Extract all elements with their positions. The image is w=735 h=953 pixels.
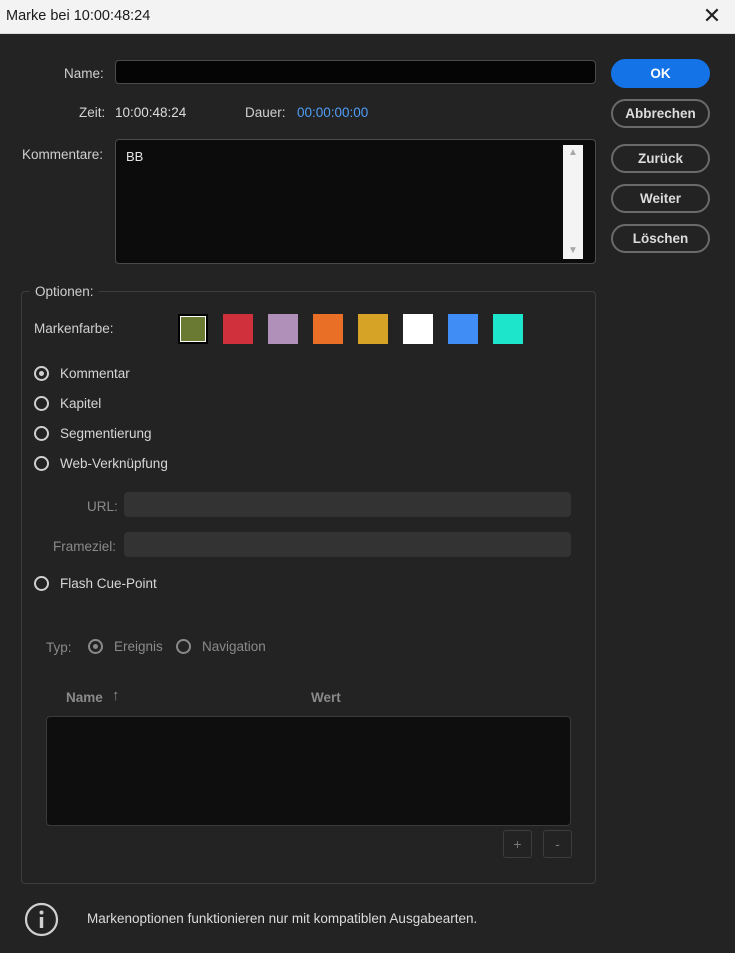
frameziel-label: Frameziel:: [53, 539, 117, 554]
radio-segmentierung[interactable]: Segmentierung: [34, 424, 164, 444]
radio-flash-label: Flash Cue-Point: [60, 576, 157, 591]
name-label: Name:: [64, 66, 104, 81]
weiter-button[interactable]: Weiter: [611, 184, 710, 213]
radio-icon: [176, 639, 191, 654]
sort-ascending-icon[interactable]: ↑: [112, 687, 120, 704]
column-header-wert[interactable]: Wert: [311, 690, 341, 705]
options-legend: Optionen:: [30, 284, 99, 299]
radio-icon: [34, 426, 49, 441]
ok-button[interactable]: OK: [611, 59, 710, 88]
color-swatch-6[interactable]: [403, 314, 433, 344]
info-icon: [24, 902, 59, 937]
add-button[interactable]: +: [503, 830, 532, 858]
radio-kapitel-label: Kapitel: [60, 396, 102, 411]
url-label: URL:: [87, 499, 118, 514]
color-swatch-3[interactable]: [268, 314, 298, 344]
zeit-label: Zeit:: [79, 105, 106, 120]
radio-ereignis-label: Ereignis: [114, 639, 163, 654]
radio-ereignis[interactable]: Ereignis: [88, 637, 168, 657]
kommentare-scrollbar[interactable]: ▲ ▼: [563, 145, 583, 259]
scroll-up-icon[interactable]: ▲: [563, 145, 583, 161]
kommentare-label: Kommentare:: [22, 147, 104, 162]
info-text: Markenoptionen funktionieren nur mit kom…: [87, 911, 478, 926]
frameziel-input[interactable]: [124, 532, 571, 557]
radio-navigation-label: Navigation: [202, 639, 266, 654]
radio-kapitel[interactable]: Kapitel: [34, 394, 134, 414]
color-swatch-5[interactable]: [358, 314, 388, 344]
loeschen-button[interactable]: Löschen: [611, 224, 710, 253]
radio-web-verknuepfung[interactable]: Web-Verknüpfung: [34, 454, 184, 474]
radio-icon: [34, 576, 49, 591]
markenfarbe-label: Markenfarbe:: [34, 321, 114, 336]
dauer-label: Dauer:: [245, 105, 286, 120]
radio-segmentierung-label: Segmentierung: [60, 426, 152, 441]
name-input[interactable]: [115, 60, 596, 84]
radio-checked-icon: [88, 639, 103, 654]
radio-web-label: Web-Verknüpfung: [60, 456, 168, 471]
radio-checked-icon: [34, 366, 49, 381]
close-icon[interactable]: ✕: [697, 2, 727, 30]
cue-point-table[interactable]: [46, 716, 571, 826]
radio-navigation[interactable]: Navigation: [176, 637, 276, 657]
radio-kommentar[interactable]: Kommentar: [34, 364, 154, 384]
title-bar: Marke bei 10:00:48:24 ✕: [0, 0, 735, 34]
url-input[interactable]: [124, 492, 571, 517]
dauer-value[interactable]: 00:00:00:00: [297, 105, 368, 120]
remove-button[interactable]: -: [543, 830, 572, 858]
zeit-value: 10:00:48:24: [115, 105, 187, 120]
abbrechen-button[interactable]: Abbrechen: [611, 99, 710, 128]
kommentare-text: BB: [126, 149, 144, 164]
color-swatch-4[interactable]: [313, 314, 343, 344]
column-header-name[interactable]: Name: [66, 690, 103, 705]
color-swatch-7[interactable]: [448, 314, 478, 344]
radio-icon: [34, 456, 49, 471]
kommentare-textarea[interactable]: BB ▲ ▼: [115, 139, 596, 264]
color-swatch-1[interactable]: [178, 314, 208, 344]
color-swatch-2[interactable]: [223, 314, 253, 344]
radio-icon: [34, 396, 49, 411]
typ-label: Typ:: [46, 640, 72, 655]
radio-kommentar-label: Kommentar: [60, 366, 130, 381]
color-swatch-8[interactable]: [493, 314, 523, 344]
scroll-down-icon[interactable]: ▼: [563, 243, 583, 259]
zurueck-button[interactable]: Zurück: [611, 144, 710, 173]
window-title: Marke bei 10:00:48:24: [6, 8, 151, 24]
radio-flash-cue-point[interactable]: Flash Cue-Point: [34, 574, 174, 594]
